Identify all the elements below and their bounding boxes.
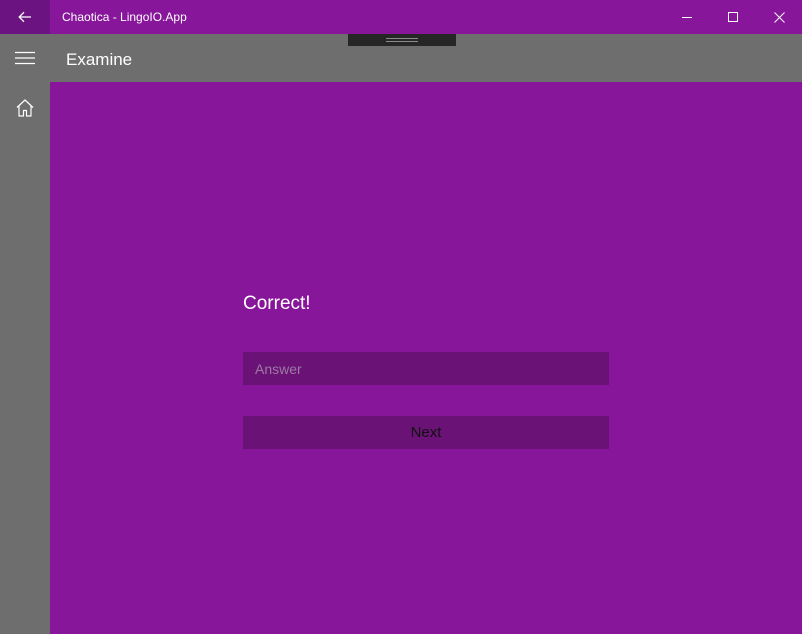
menu-button[interactable] (0, 34, 50, 82)
page-header: Examine (0, 34, 802, 82)
hamburger-icon (15, 51, 35, 65)
result-message: Correct! (243, 293, 311, 314)
drag-handle[interactable] (348, 34, 456, 46)
nav-item-home[interactable] (0, 90, 50, 126)
content-area: Correct! Next (50, 82, 802, 634)
arrow-left-icon (18, 11, 32, 23)
title-bar: Chaotica - LingoIO.App (0, 0, 802, 34)
home-icon (15, 98, 35, 118)
answer-input[interactable] (243, 352, 609, 385)
next-button[interactable]: Next (243, 416, 609, 449)
navigation-pane (0, 82, 50, 634)
close-icon (773, 11, 785, 23)
back-button[interactable] (0, 0, 50, 34)
grip-icon (386, 38, 418, 42)
window-title: Chaotica - LingoIO.App (62, 10, 187, 24)
close-button[interactable] (756, 0, 802, 34)
page-title: Examine (66, 50, 133, 69)
minimize-button[interactable] (664, 0, 710, 34)
minimize-icon (682, 12, 692, 22)
maximize-button[interactable] (710, 0, 756, 34)
maximize-icon (728, 12, 738, 22)
